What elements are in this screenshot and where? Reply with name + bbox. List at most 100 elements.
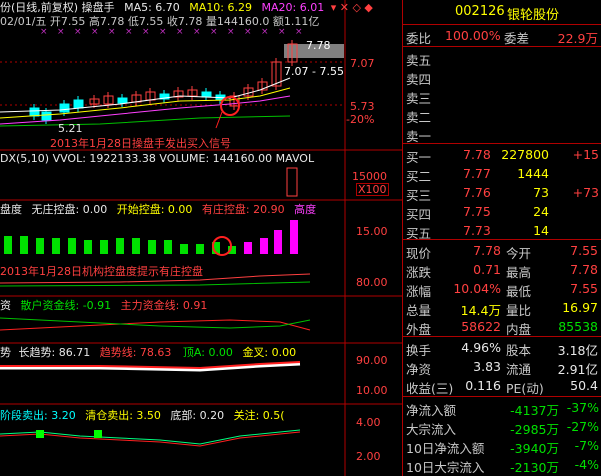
ma-marker: ×: [40, 27, 48, 37]
stat-value: 16.97: [562, 300, 598, 315]
stat-label: 股本: [506, 343, 532, 358]
buy-label: 买二: [406, 169, 432, 184]
divider: [403, 396, 601, 397]
control-bar: [36, 238, 44, 254]
candle-body: [41, 111, 52, 121]
ma-marker: ×: [295, 27, 303, 37]
top-a-label: 顶A: 0.00: [182, 346, 233, 359]
price-axis-1: 7.07: [350, 57, 375, 70]
flow-row: 大宗流入 -2985万 -27%: [403, 418, 601, 437]
buy-volume: 1444: [517, 166, 549, 181]
wei-cha-value: 22.9万: [557, 31, 598, 46]
stat-label: 流通: [506, 362, 532, 377]
stock-code: 002126: [455, 4, 505, 19]
flow-percent: -4%: [574, 457, 599, 472]
flow-value: -4137万: [510, 403, 559, 418]
stock-header: 002126 银轮股份: [403, 3, 601, 23]
wei-bi-row: 委比 100.00% 委差 22.9万: [403, 27, 601, 46]
flow-label: 净流入额: [406, 403, 457, 418]
control-bar: [164, 240, 172, 254]
control-bar: [274, 230, 282, 254]
chart-title: 份(日线,前复权) 操盘手: [0, 1, 115, 14]
stat-label: 收益(三): [406, 381, 454, 396]
flow-percent: -37%: [566, 400, 599, 415]
buy-row: 买一 7.78 227800 +15: [403, 146, 601, 165]
buy-price: 7.76: [463, 185, 491, 200]
ma-marker: ×: [261, 27, 269, 37]
control-title: 盘度: [0, 203, 22, 216]
flow-row: 净流入额 -4137万 -37%: [403, 399, 601, 418]
control-bar: [132, 238, 140, 254]
no-control-label: 无庄控盘: 0.00: [31, 203, 108, 216]
stat-label: 总量: [406, 303, 432, 318]
stat-value: 4.96%: [461, 340, 501, 355]
has-control-label: 有庄控盘: 20.90: [201, 203, 285, 216]
control-axis-bottom: 80.00: [356, 276, 388, 289]
ma-marker: ×: [57, 27, 65, 37]
wei-cha-label: 委差: [504, 31, 530, 46]
control-bar: [116, 238, 124, 254]
stat-label: 换手: [406, 343, 432, 358]
ma-marker: ×: [108, 27, 116, 37]
sell-row: 卖一: [403, 125, 601, 144]
long-trend-label: 长趋势: 86.71: [18, 346, 91, 359]
volume-bar: [286, 167, 298, 197]
stat-row: 外盘 58622 内盘 85538: [403, 318, 601, 337]
buy-price: 7.73: [463, 223, 491, 238]
stage-axis-bottom: 2.00: [356, 450, 381, 463]
fundamental-row: 换手 4.96% 股本 3.18亿: [403, 339, 601, 358]
fundamental-row: 收益(三) 0.116 PE(动) 50.4: [403, 377, 601, 396]
control-bar: [148, 240, 156, 254]
stat-value: 58622: [461, 319, 501, 334]
wei-bi-label: 委比: [406, 31, 432, 46]
stat-value: 7.78: [473, 243, 501, 258]
stat-value: 85538: [558, 319, 598, 334]
stat-value: 7.78: [570, 262, 598, 277]
buy-label: 买一: [406, 150, 432, 165]
buy-change: +73: [572, 185, 599, 200]
sell-label: 卖五: [406, 53, 432, 68]
buy-volume: 227800: [501, 147, 549, 162]
ma-marker: ×: [159, 27, 167, 37]
buy-row: 买三 7.76 73 +73: [403, 184, 601, 203]
flow-value: -2985万: [510, 422, 559, 437]
control-bar: [68, 238, 76, 254]
stat-label: 最高: [506, 265, 532, 280]
buy-row: 买五 7.73 14: [403, 222, 601, 241]
trend-panel-header: 势 长趋势: 86.71 趋势线: 78.63 顶A: 0.00 金叉: 0.0…: [0, 347, 296, 358]
ma-marker: ×: [176, 27, 184, 37]
stat-value: 2.91亿: [557, 362, 598, 377]
ma5-label: MA5: 6.70: [124, 1, 180, 14]
chart-header: 份(日线,前复权) 操盘手 MA5: 6.70 MA10: 6.29 MA20:…: [0, 2, 373, 13]
control-bar: [52, 238, 60, 254]
stage-marker: [94, 430, 102, 438]
sell-label: 卖二: [406, 110, 432, 125]
sell-label: 卖四: [406, 72, 432, 87]
stat-value: 0.116: [465, 378, 501, 393]
sell-row: 卖二: [403, 106, 601, 125]
height-label: 高度: [294, 203, 317, 216]
buy-signal-annotation: 2013年1月28日操盘手发出买入信号: [50, 137, 231, 150]
ma-marker: ×: [227, 27, 235, 37]
buy-price: 7.75: [463, 204, 491, 219]
chart-area[interactable]: × × × × × × × × × × × × × × × × 份(日线,前复权) 操盘手 MA5: 6.70…: [0, 0, 402, 476]
price-axis-3: -20%: [346, 113, 375, 126]
candle-body: [59, 103, 70, 113]
divider: [403, 239, 601, 240]
stat-value: 3.18亿: [557, 343, 598, 358]
ma-marker: ×: [74, 27, 82, 37]
flow-label: 大宗流入: [406, 422, 457, 437]
stat-label: 现价: [406, 246, 432, 261]
control-bar: [4, 236, 12, 254]
low-price-label: 5.21: [58, 122, 83, 135]
buy-change: +15: [572, 147, 599, 162]
buy-label: 买四: [406, 207, 432, 222]
flow-percent: -27%: [566, 419, 599, 434]
sell-row: 卖三: [403, 87, 601, 106]
clear-sell-label: 清仓卖出: 3.50: [85, 409, 161, 422]
buy-row: 买二 7.77 1444: [403, 165, 601, 184]
flow-percent: -7%: [574, 438, 599, 453]
buy-price: 7.77: [463, 166, 491, 181]
stat-label: 涨跌: [406, 265, 432, 280]
settings-icons[interactable]: ▾ ✕ ◇ ◆: [331, 1, 373, 14]
